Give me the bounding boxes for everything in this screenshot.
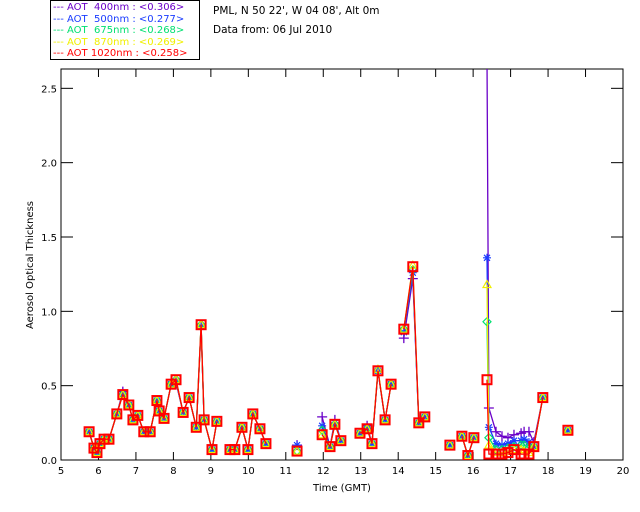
asterisk-marker [482,253,491,262]
y-tick-label: 2.5 [41,84,57,95]
asterisk-marker [509,436,518,445]
y-tick-label: 1.0 [41,307,57,318]
x-tick-label: 7 [133,466,139,477]
plus-marker [523,426,534,437]
x-tick-label: 10 [242,466,255,477]
x-tick-label: 18 [542,466,555,477]
y-tick-label: 0.5 [41,382,57,393]
x-tick-label: 19 [579,466,592,477]
y-tick-label: 1.5 [41,233,57,244]
plus-marker [496,431,507,442]
plus-marker [482,54,492,64]
series-group [83,54,574,460]
y-tick-label: 2.0 [41,159,57,170]
x-tick-label: 6 [95,466,101,477]
x-tick-label: 11 [279,466,292,477]
y-tick-label: 0.0 [41,456,57,467]
x-tick-label: 12 [317,466,330,477]
plus-marker [317,411,328,422]
x-tick-label: 9 [208,466,214,477]
y-axis-label: Aerosol Optical Thickness [25,201,36,329]
series-line-1 [89,258,568,456]
x-tick-label: 15 [429,466,442,477]
aot-chart: Time (GMT) Aerosol Optical Thickness 5 6 7… [25,54,630,494]
x-tick-label: 5 [58,466,64,477]
x-tick-label: 16 [467,466,480,477]
x-tick-label: 17 [504,466,517,477]
x-axis-label: Time (GMT) [312,483,371,494]
x-tick-label: 14 [392,466,405,477]
x-tick-label: 13 [354,466,367,477]
x-tick-label: 20 [617,466,630,477]
x-tick-label: 8 [170,466,176,477]
